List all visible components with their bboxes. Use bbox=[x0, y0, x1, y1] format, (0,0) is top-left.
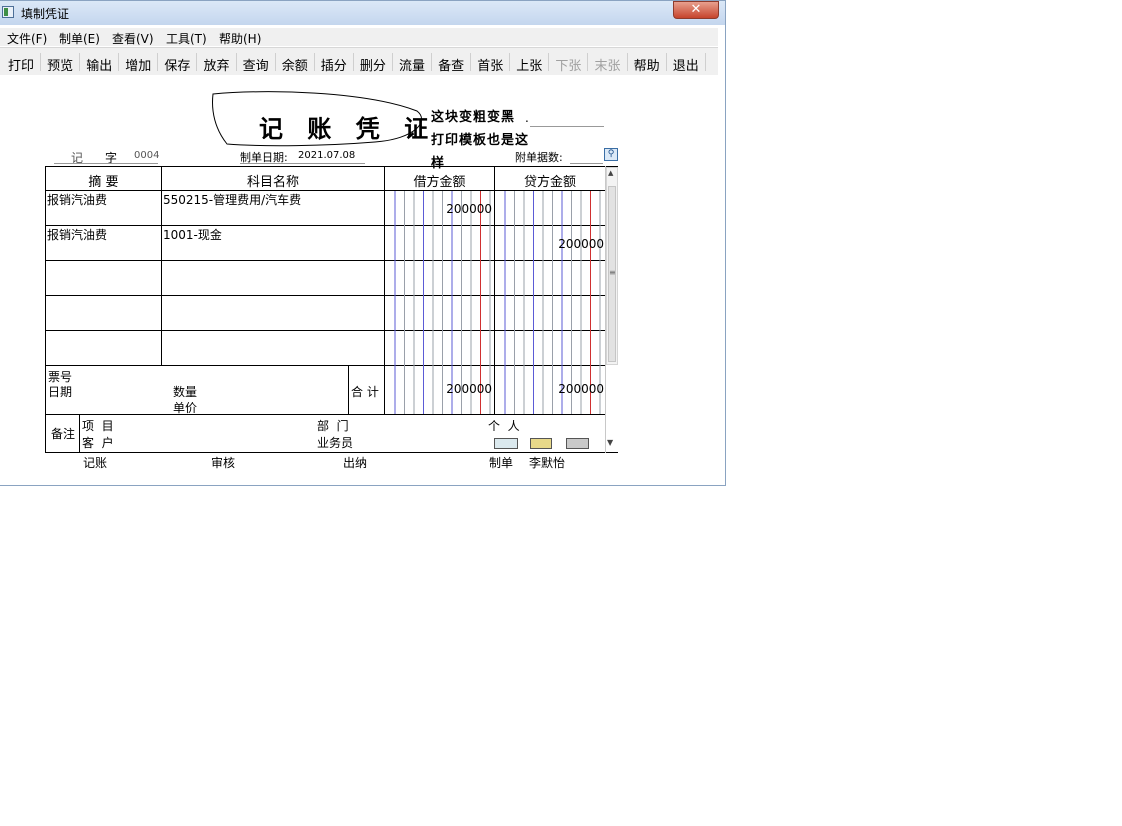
total-label: 合 计 bbox=[351, 385, 379, 399]
salesman-label: 业务员 bbox=[317, 436, 354, 450]
sign-audit: 审核 bbox=[211, 456, 236, 470]
sign-bookkeeping: 记账 bbox=[83, 456, 108, 470]
person-label: 个 人 bbox=[488, 419, 520, 433]
footer-date-label: 日期 bbox=[48, 385, 73, 399]
close-icon: ✕ bbox=[690, 2, 702, 17]
toolbar-button-11[interactable]: 流量 bbox=[399, 55, 425, 74]
note-icon[interactable] bbox=[494, 438, 518, 449]
toolbar-separator bbox=[118, 53, 120, 71]
col-account: 科目名称 bbox=[246, 175, 299, 190]
toolbar-button-1[interactable]: 打印 bbox=[8, 55, 34, 74]
toolbar-separator bbox=[313, 53, 315, 71]
toolbar-separator bbox=[587, 53, 589, 71]
voucher-window: 填制凭证 ✕ 文件(F) 制单(E) 查看(V) 工具(T) 帮助(H) 打印预… bbox=[0, 0, 726, 486]
toolbar-separator bbox=[196, 53, 198, 71]
toolbar-button-9[interactable]: 插分 bbox=[321, 55, 347, 74]
scroll-down-icon[interactable]: ▼ bbox=[607, 438, 613, 447]
toolbar-separator bbox=[665, 53, 667, 71]
menu-help[interactable]: 帮助(H) bbox=[219, 30, 261, 47]
voucher-date[interactable]: 2021.07.08 bbox=[298, 150, 355, 161]
toolbar-button-14[interactable]: 上张 bbox=[516, 55, 542, 74]
toolbar-button-2[interactable]: 预览 bbox=[47, 55, 73, 74]
toolbar-separator bbox=[509, 53, 511, 71]
search-icon[interactable]: ⚲ bbox=[604, 148, 618, 161]
toolbar-separator bbox=[470, 53, 472, 71]
close-button[interactable]: ✕ bbox=[673, 1, 719, 19]
toolbar-separator bbox=[157, 53, 159, 71]
toolbar-button-4[interactable]: 增加 bbox=[125, 55, 151, 74]
customer-label: 客 户 bbox=[82, 436, 114, 450]
row-2-credit[interactable]: 200000 bbox=[495, 237, 604, 251]
toolbar-separator bbox=[548, 53, 550, 71]
toolbar-button-12[interactable]: 备查 bbox=[438, 55, 464, 74]
toolbar-button-6[interactable]: 放弃 bbox=[204, 55, 230, 74]
vertical-scrollbar[interactable]: ▲ ≡ bbox=[606, 167, 618, 365]
window-title: 填制凭证 bbox=[21, 7, 70, 21]
col-credit: 贷方金额 bbox=[523, 175, 576, 190]
dept-label: 部 门 bbox=[317, 419, 349, 433]
attach-label: 附单据数: bbox=[515, 151, 563, 164]
toolbar-separator bbox=[626, 53, 628, 71]
grip-icon: ≡ bbox=[609, 268, 616, 277]
edit-icon[interactable] bbox=[566, 438, 589, 449]
toolbar-separator bbox=[431, 53, 432, 71]
voucher-title: 记 账 凭 证 bbox=[259, 114, 437, 143]
toolbar-button-5[interactable]: 保存 bbox=[164, 55, 190, 74]
toolbar-separator bbox=[40, 53, 41, 71]
sign-cashier: 出纳 bbox=[343, 456, 368, 470]
row-1-debit[interactable]: 200000 bbox=[385, 202, 492, 216]
menu-file[interactable]: 文件(F) bbox=[7, 30, 47, 47]
price-label: 单价 bbox=[173, 401, 198, 415]
toolbar-separator bbox=[79, 53, 81, 71]
toolbar-button-18[interactable]: 退出 bbox=[673, 55, 699, 74]
menu-view[interactable]: 查看(V) bbox=[112, 30, 154, 47]
toolbar-separator bbox=[235, 53, 237, 71]
toolbar-separator bbox=[704, 53, 706, 71]
toolbar-separator bbox=[274, 53, 276, 71]
row-2-summary[interactable]: 报销汽油费 bbox=[47, 226, 107, 243]
toolbar-button-13[interactable]: 首张 bbox=[477, 55, 503, 74]
toolbar-separator bbox=[352, 53, 354, 71]
scroll-up-icon[interactable]: ▲ bbox=[608, 169, 613, 177]
annotation-line-1: 这块变粗变黑 bbox=[431, 110, 516, 125]
sign-maker-name: 李默怡 bbox=[529, 456, 566, 470]
toolbar-button-7[interactable]: 查询 bbox=[243, 55, 269, 74]
toolbar-button-8[interactable]: 余额 bbox=[282, 55, 308, 74]
amount-grid bbox=[394, 191, 601, 414]
menu-tools[interactable]: 工具(T) bbox=[166, 30, 207, 47]
toolbar-button-16[interactable]: 末张 bbox=[595, 55, 621, 74]
card-icon[interactable] bbox=[530, 438, 552, 449]
remarks-label: 备注 bbox=[51, 427, 76, 441]
annotation-mark: . bbox=[525, 111, 529, 125]
toolbar-button-17[interactable]: 帮助 bbox=[634, 55, 660, 74]
row-1-account[interactable]: 550215-管理费用/汽车费 bbox=[163, 191, 301, 208]
toolbar-button-15[interactable]: 下张 bbox=[555, 55, 581, 74]
menu-bar: 文件(F) 制单(E) 查看(V) 工具(T) 帮助(H) bbox=[0, 28, 718, 46]
annotation-line-3: 样 bbox=[431, 156, 446, 171]
menu-edit[interactable]: 制单(E) bbox=[59, 30, 100, 47]
col-summary: 摘 要 bbox=[88, 175, 119, 190]
toolbar-separator bbox=[391, 53, 393, 71]
title-bar: 填制凭证 ✕ bbox=[0, 1, 725, 25]
voucher-number[interactable]: 0004 bbox=[134, 150, 159, 161]
annotation-line-2: 打印模板也是这 bbox=[431, 133, 530, 148]
app-icon bbox=[2, 6, 14, 18]
row-1-summary[interactable]: 报销汽油费 bbox=[47, 191, 107, 208]
sign-maker-label: 制单 bbox=[489, 456, 514, 470]
toolbar: 打印 预览 输出 增加 保存 放弃 查询 余额 插分 删分 流量 备查 首张 上张 下张 末张 帮助 退出 bbox=[0, 47, 718, 75]
toolbar-button-3[interactable]: 输出 bbox=[86, 55, 112, 74]
row-2-account[interactable]: 1001-现金 bbox=[163, 226, 222, 243]
col-debit: 借方金额 bbox=[413, 175, 466, 190]
toolbar-button-10[interactable]: 删分 bbox=[360, 55, 386, 74]
credit-total: 200000 bbox=[558, 382, 604, 396]
debit-total: 200000 bbox=[446, 382, 492, 396]
qty-label: 数量 bbox=[173, 385, 198, 399]
project-label: 项 目 bbox=[82, 419, 114, 433]
